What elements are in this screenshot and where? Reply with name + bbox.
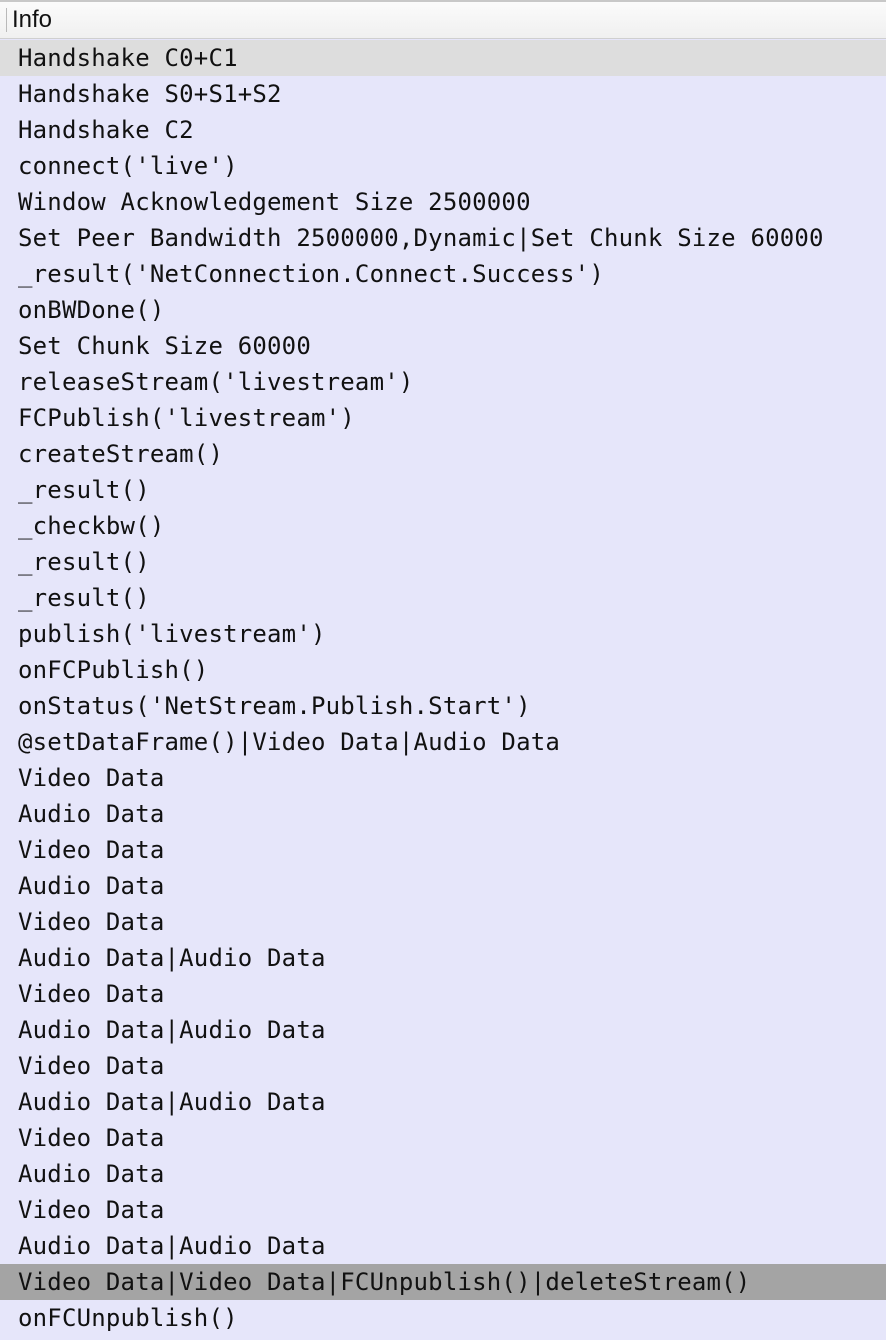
- packet-row[interactable]: Video Data|Video Data|FCUnpublish()|dele…: [0, 1264, 886, 1300]
- packet-row[interactable]: Video Data: [0, 976, 886, 1012]
- packet-row[interactable]: _result(): [0, 544, 886, 580]
- packet-list-rows: Handshake C0+C1 Handshake S0+S1+S2 Handsha…: [0, 40, 886, 1336]
- packet-row[interactable]: Handshake C0+C1: [0, 40, 886, 76]
- packet-row[interactable]: Audio Data: [0, 796, 886, 832]
- packet-row[interactable]: Video Data: [0, 904, 886, 940]
- packet-row[interactable]: Audio Data|Audio Data: [0, 940, 886, 976]
- packet-row[interactable]: Video Data: [0, 1048, 886, 1084]
- packet-row[interactable]: Window Acknowledgement Size 2500000: [0, 184, 886, 220]
- packet-row[interactable]: connect('live'): [0, 148, 886, 184]
- packet-row[interactable]: onFCPublish(): [0, 652, 886, 688]
- packet-row[interactable]: releaseStream('livestream'): [0, 364, 886, 400]
- packet-row[interactable]: Handshake S0+S1+S2: [0, 76, 886, 112]
- packet-row[interactable]: _checkbw(): [0, 508, 886, 544]
- packet-row[interactable]: Handshake C2: [0, 112, 886, 148]
- packet-row[interactable]: Audio Data: [0, 1156, 886, 1192]
- packet-row[interactable]: Video Data: [0, 1192, 886, 1228]
- packet-row[interactable]: Audio Data|Audio Data: [0, 1084, 886, 1120]
- packet-row[interactable]: FCPublish('livestream'): [0, 400, 886, 436]
- packet-row[interactable]: createStream(): [0, 436, 886, 472]
- column-separator[interactable]: [6, 8, 7, 32]
- packet-row[interactable]: onStatus('NetStream.Publish.Start'): [0, 688, 886, 724]
- packet-row[interactable]: Audio Data|Audio Data: [0, 1228, 886, 1264]
- packet-row[interactable]: @setDataFrame()|Video Data|Audio Data: [0, 724, 886, 760]
- packet-row[interactable]: _result('NetConnection.Connect.Success'): [0, 256, 886, 292]
- column-header-info[interactable]: Info: [0, 0, 886, 39]
- packet-row[interactable]: Set Peer Bandwidth 2500000,Dynamic|Set C…: [0, 220, 886, 256]
- packet-row[interactable]: Video Data: [0, 1120, 886, 1156]
- packet-row[interactable]: publish('livestream'): [0, 616, 886, 652]
- packet-row[interactable]: onFCUnpublish(): [0, 1300, 886, 1336]
- packet-row[interactable]: Video Data: [0, 832, 886, 868]
- packet-row[interactable]: Audio Data|Audio Data: [0, 1012, 886, 1048]
- packet-list-pane: Info Handshake C0+C1 Handshake S0+S1+S2 Ha…: [0, 0, 886, 1340]
- packet-row[interactable]: _result(): [0, 472, 886, 508]
- packet-row[interactable]: onBWDone(): [0, 292, 886, 328]
- packet-row[interactable]: _result(): [0, 580, 886, 616]
- packet-row[interactable]: Set Chunk Size 60000: [0, 328, 886, 364]
- packet-row[interactable]: Video Data: [0, 760, 886, 796]
- packet-row[interactable]: Audio Data: [0, 868, 886, 904]
- column-title: Info: [12, 6, 53, 33]
